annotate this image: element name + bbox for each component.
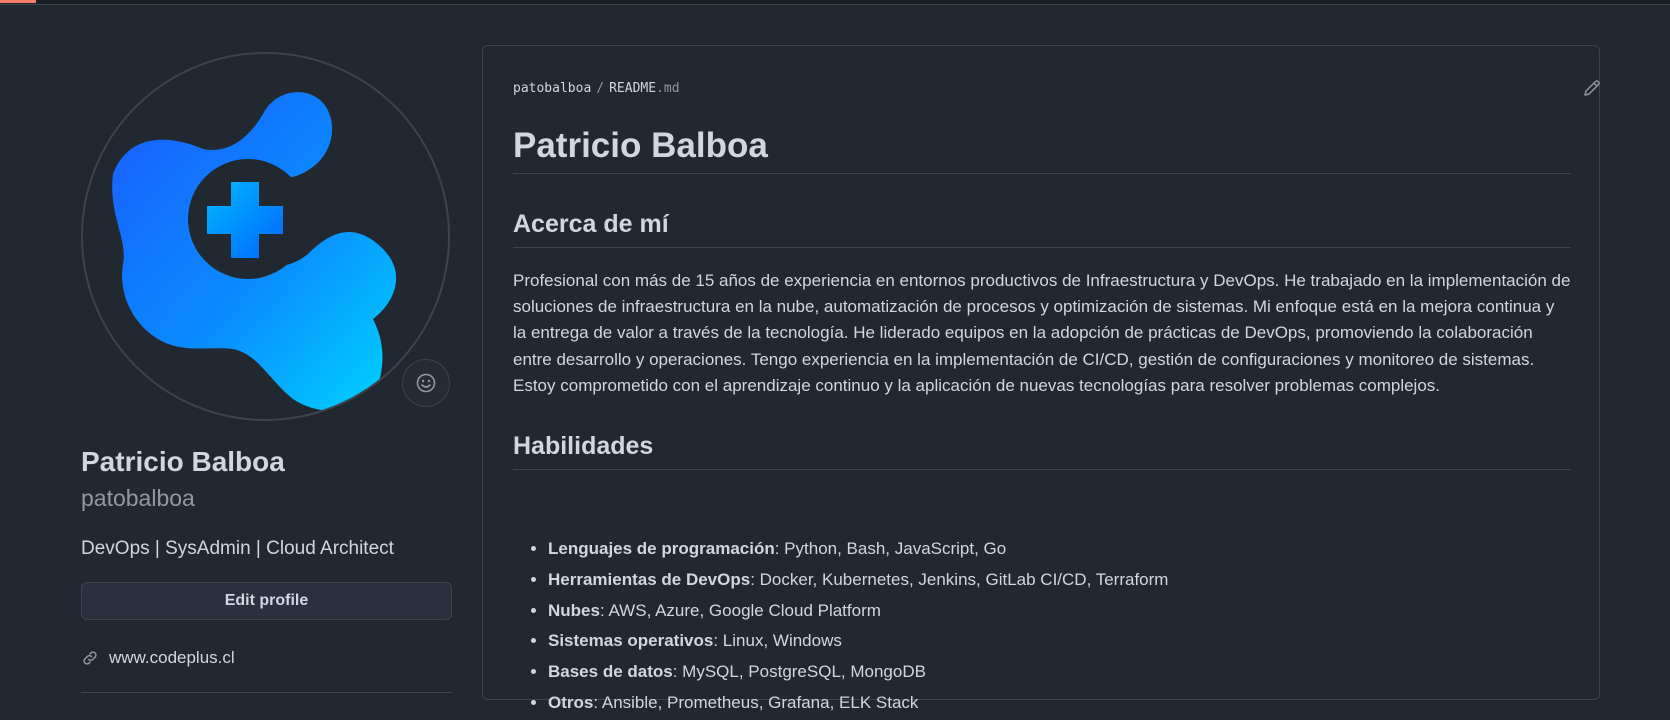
profile-bio: DevOps | SysAdmin | Cloud Architect [81,538,394,559]
skill-label: Herramientas de DevOps [548,569,751,589]
skill-label: Sistemas operativos [548,631,714,651]
skill-value: : AWS, Azure, Google Cloud Platform [599,600,881,620]
website-link[interactable]: www.codeplus.cl [81,648,235,668]
readme-title: Patricio Balboa [513,126,768,165]
list-item: Sistemas operativos: Linux, Windows [548,626,1168,657]
list-item: Otros: Ansible, Prometheus, Grafana, ELK… [548,688,1168,719]
about-divider [513,247,1571,248]
skill-label: Bases de datos [548,662,673,682]
set-status-button[interactable] [402,359,450,407]
profile-username: patobalboa [81,485,195,511]
skill-value: : MySQL, PostgreSQL, MongoDB [672,662,926,682]
codeplus-logo [112,92,397,412]
skill-value: : Ansible, Prometheus, Grafana, ELK Stac… [593,692,919,712]
list-item: Lenguajes de programación: Python, Bash,… [548,534,1168,565]
path-owner-link[interactable]: patobalboa [513,81,591,96]
website-link-text: www.codeplus.cl [109,648,235,667]
readme-card: patobalboa / README.md Patricio Balboa Ace… [482,45,1602,712]
title-divider [513,173,1571,174]
skill-label: Otros [548,692,594,712]
link-icon [83,651,97,665]
skills-list: Lenguajes de programación: Python, Bash,… [513,534,1168,719]
list-item: Nubes: AWS, Azure, Google Cloud Platform [548,596,1168,627]
top-progress-bar [0,0,1670,5]
about-heading: Acerca de mí [513,210,669,238]
skill-label: Nubes [548,600,600,620]
path-file-link[interactable]: README [609,81,656,96]
profile-full-name: Patricio Balboa [81,446,285,477]
skill-value: : Python, Bash, JavaScript, Go [774,539,1007,558]
about-paragraph: Profesional con más de 15 años de experi… [513,271,1571,395]
skill-label: Lenguajes de programación [548,539,775,558]
smiley-icon [416,373,436,393]
edit-profile-button[interactable]: Edit profile [81,582,452,620]
avatar[interactable] [81,52,450,421]
path-file-ext: .md [656,81,680,96]
skill-value: : Linux, Windows [713,631,842,651]
pencil-icon[interactable] [1582,78,1602,98]
list-item: Bases de datos: MySQL, PostgreSQL, Mongo… [548,657,1168,688]
sidebar-divider [81,692,452,693]
list-item: Herramientas de DevOps: Docker, Kubernet… [548,565,1168,596]
readme-path: patobalboa / README.md [513,81,680,96]
skills-divider [513,469,1571,470]
path-separator: / [596,81,605,96]
skill-value: : Docker, Kubernetes, Jenkins, GitLab CI… [750,569,1169,589]
skills-heading: Habilidades [513,432,654,460]
progress-accent [0,0,36,3]
